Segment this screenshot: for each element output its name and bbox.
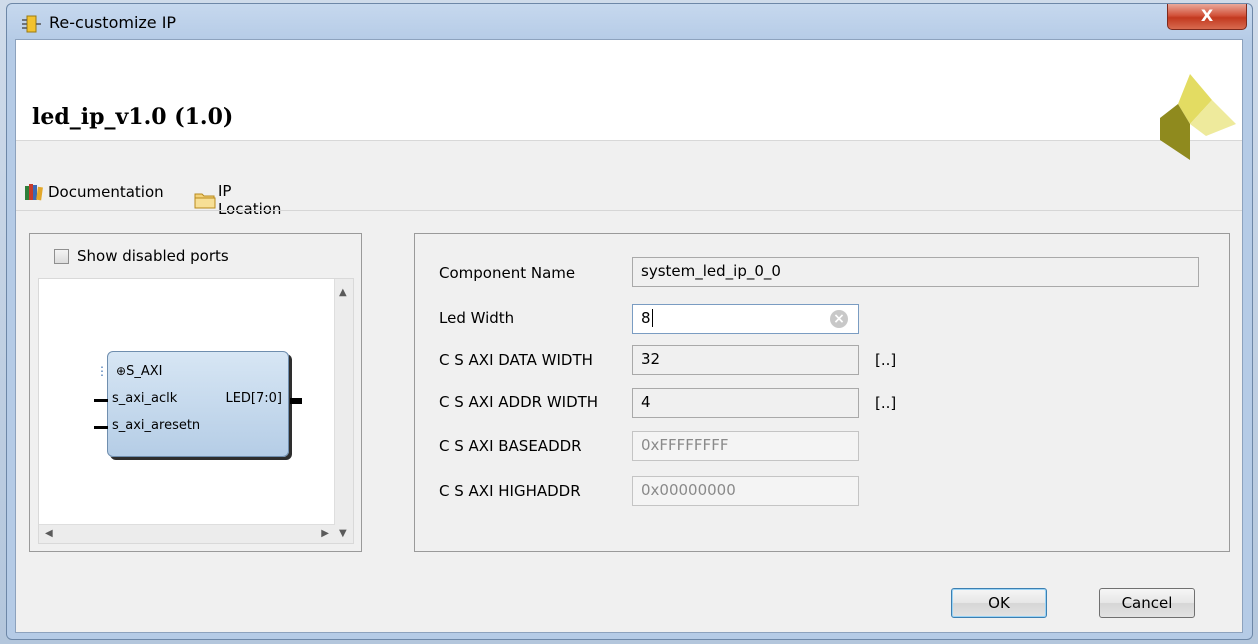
component-name-field[interactable]: system_led_ip_0_0 xyxy=(632,257,1199,287)
toolbar-separator xyxy=(16,210,1242,211)
baseaddr-label: C S AXI BASEADDR xyxy=(439,437,582,455)
bus-port-label: ⊕S_AXI xyxy=(116,364,162,379)
addr-width-field[interactable]: 4 xyxy=(632,388,859,418)
parameters-panel: Component Name system_led_ip_0_0 Led Wid… xyxy=(414,233,1230,552)
addr-width-range-button[interactable]: [..] xyxy=(875,394,896,412)
data-width-range-button[interactable]: [..] xyxy=(875,351,896,369)
highaddr-field: 0x00000000 xyxy=(632,476,859,506)
port-led: LED[7:0] xyxy=(225,391,282,406)
port-preview-panel: Show disabled ports ▲ ▼ ◀ ▶ ⋮ ⊕S_AXI s_a… xyxy=(29,233,362,552)
scroll-right-icon[interactable]: ▶ xyxy=(321,528,329,539)
close-icon: X xyxy=(1200,6,1214,25)
led-width-value: 8 xyxy=(641,309,651,327)
folder-icon xyxy=(194,190,216,210)
close-button[interactable]: X xyxy=(1167,4,1247,30)
data-width-label: C S AXI DATA WIDTH xyxy=(439,351,593,369)
xilinx-logo-icon xyxy=(1160,74,1236,160)
ip-title: led_ip_v1.0 (1.0) xyxy=(32,104,234,130)
books-icon xyxy=(24,182,44,202)
ip-location-label: IP Location xyxy=(218,182,282,218)
addr-width-label: C S AXI ADDR WIDTH xyxy=(439,393,599,411)
led-width-label: Led Width xyxy=(439,309,515,327)
port-s-axi-aclk: s_axi_aclk xyxy=(112,391,178,406)
show-disabled-ports-checkbox[interactable] xyxy=(54,248,69,264)
component-name-label: Component Name xyxy=(439,264,576,282)
documentation-button[interactable]: Documentation xyxy=(24,182,164,202)
highaddr-label: C S AXI HIGHADDR xyxy=(439,482,581,500)
pin-led xyxy=(290,398,302,404)
clear-input-icon[interactable]: × xyxy=(830,310,848,328)
pin-s-axi-aclk xyxy=(94,399,108,402)
scroll-left-icon[interactable]: ◀ xyxy=(45,528,53,539)
scroll-down-icon[interactable]: ▼ xyxy=(339,528,347,539)
port-s-axi-aresetn: s_axi_aresetn xyxy=(112,418,201,433)
show-disabled-ports-label: Show disabled ports xyxy=(77,247,229,265)
led-width-field[interactable]: 8 xyxy=(632,304,859,334)
led-ip-block[interactable]: ⋮ ⊕S_AXI s_axi_aclk s_axi_aresetn LED[7:… xyxy=(94,351,302,457)
data-width-field[interactable]: 32 xyxy=(632,345,859,375)
baseaddr-field: 0xFFFFFFFF xyxy=(632,431,859,461)
cancel-button[interactable]: Cancel xyxy=(1099,588,1195,618)
recustomize-ip-dialog: Re-customize IP X led_ip_v1.0 (1.0) Docu… xyxy=(6,3,1253,640)
ip-block-icon xyxy=(21,14,41,34)
ok-button[interactable]: OK xyxy=(951,588,1047,618)
title-bar[interactable]: Re-customize IP X xyxy=(7,4,1252,44)
s-axi-label: S_AXI xyxy=(126,364,163,379)
vertical-scrollbar[interactable]: ▲ ▼ xyxy=(334,279,353,543)
horizontal-scrollbar[interactable]: ◀ ▶ xyxy=(39,524,335,543)
block-diagram-canvas[interactable]: ▲ ▼ ◀ ▶ ⋮ ⊕S_AXI s_axi_aclk s_axi_areset… xyxy=(38,278,354,544)
ip-location-button[interactable]: IP Location xyxy=(194,182,281,218)
pin-s-axi-aresetn xyxy=(94,426,108,429)
show-disabled-ports-row[interactable]: Show disabled ports xyxy=(54,247,229,265)
window-title: Re-customize IP xyxy=(49,13,177,32)
expand-plus-icon[interactable]: ⊕ xyxy=(116,364,126,378)
bus-plus-icon: ⋮ xyxy=(96,364,108,378)
documentation-label: Documentation xyxy=(48,183,164,201)
scroll-up-icon[interactable]: ▲ xyxy=(339,287,347,298)
